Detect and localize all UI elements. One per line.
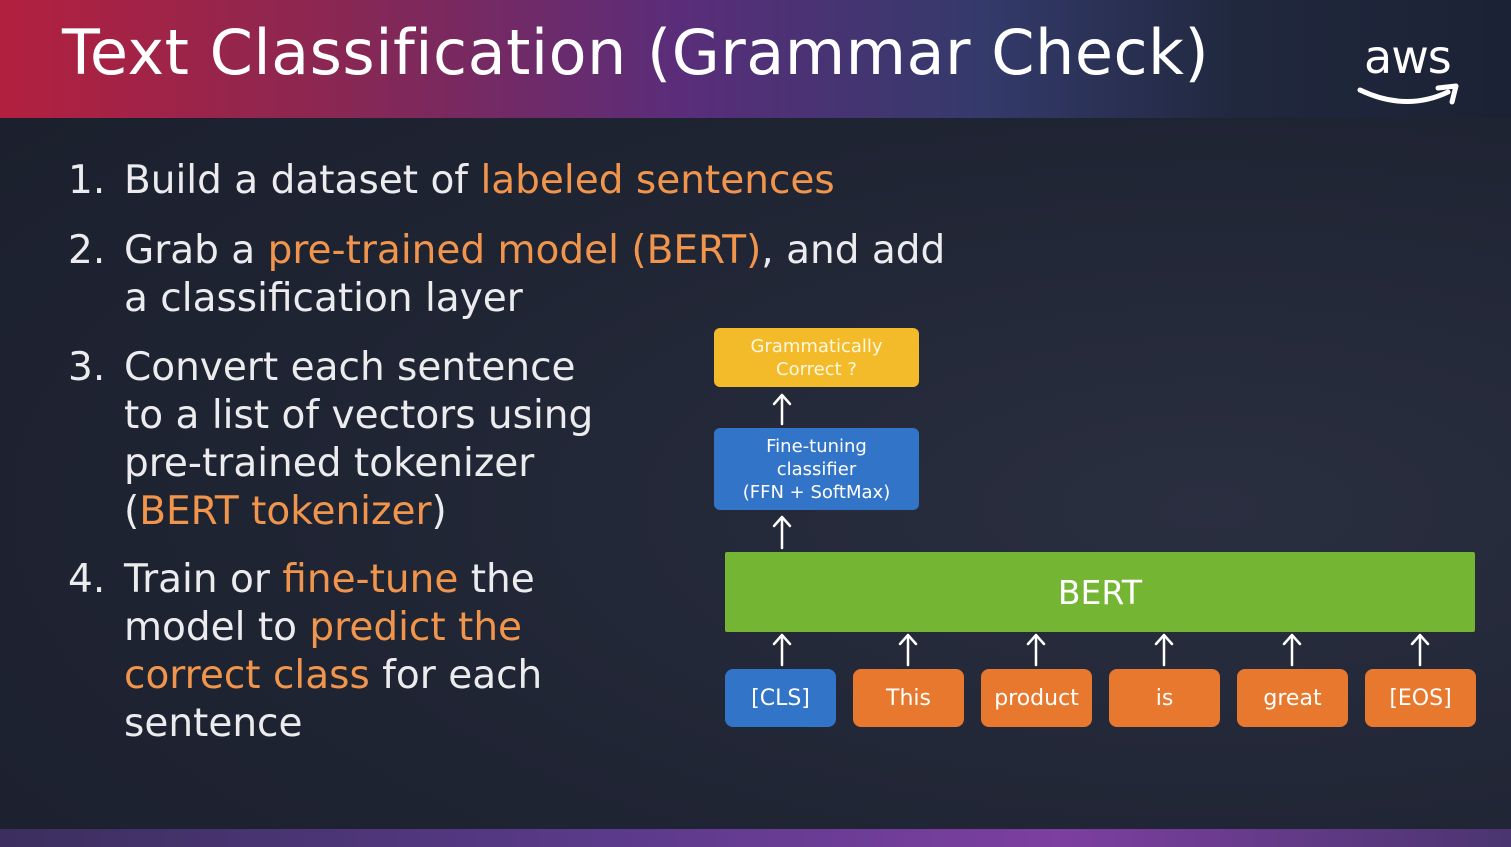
arrow-up-icon — [772, 393, 792, 426]
arrow-up-icon — [772, 515, 792, 550]
diagram-arrows — [772, 393, 1430, 667]
arrow-up-icon — [1410, 633, 1430, 667]
arrow-up-icon — [772, 633, 792, 667]
arrow-up-icon — [1154, 633, 1174, 667]
bottom-accent-bar — [0, 829, 1511, 847]
arrow-up-icon — [1026, 633, 1046, 667]
arrow-up-icon — [898, 633, 918, 667]
arrow-up-icon — [1282, 633, 1302, 667]
slide: Text Classification (Grammar Check) aws … — [0, 0, 1511, 847]
